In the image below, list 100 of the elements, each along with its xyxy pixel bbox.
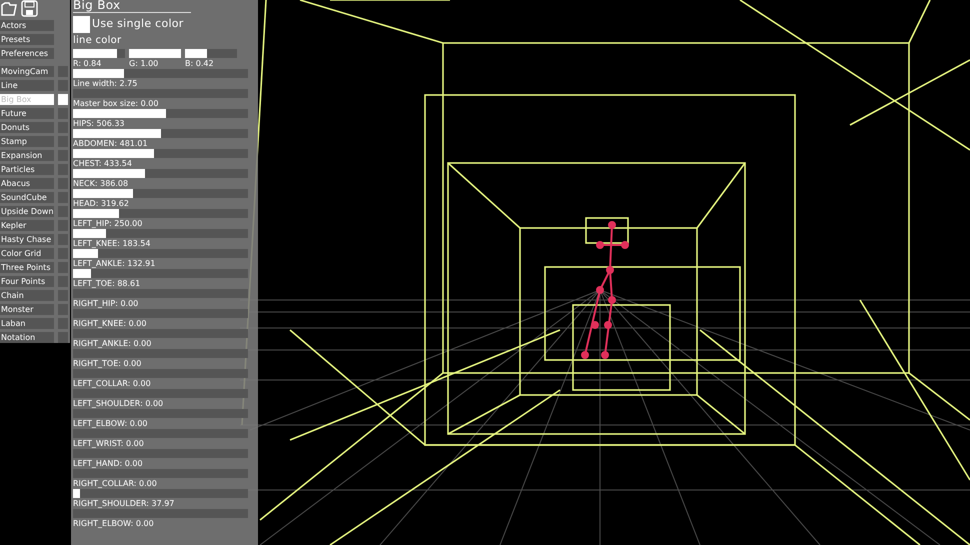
scene-button[interactable]: Color Grid (0, 248, 54, 259)
scene-button[interactable]: Particles (0, 164, 54, 175)
scene-button[interactable]: Abacus (0, 178, 54, 189)
menu-button[interactable]: Preferences (0, 48, 54, 59)
scene-button[interactable]: Donuts (0, 122, 54, 133)
slider-label: RIGHT_ANKLE: 0.00 (73, 338, 152, 349)
slider-label: RIGHT_TOE: 0.00 (73, 358, 142, 369)
toggle-box[interactable] (58, 136, 68, 147)
slider-label: G: 1.00 (129, 58, 160, 69)
slider-track[interactable] (73, 409, 248, 418)
slider-label: LEFT_ANKLE: 132.91 (73, 258, 156, 269)
toggle-box[interactable] (73, 16, 90, 33)
toggle-box[interactable] (58, 206, 68, 217)
toggle-box[interactable] (58, 248, 68, 259)
slider-label: R: 0.84 (73, 58, 102, 69)
slider-label: HIPS: 506.33 (73, 118, 126, 129)
slider-label: RIGHT_KNEE: 0.00 (73, 318, 148, 329)
slider-track[interactable] (73, 169, 248, 178)
slider-label: LEFT_KNEE: 183.54 (73, 238, 152, 249)
toggle-box[interactable] (58, 290, 68, 301)
toggle-box[interactable] (58, 262, 68, 273)
slider-label: HEAD: 319.62 (73, 198, 130, 209)
scene-button[interactable]: Notation (0, 332, 54, 343)
slider-label: ABDOMEN: 481.01 (73, 138, 149, 149)
slider-label: RIGHT_SHOULDER: 37.97 (73, 498, 176, 509)
save-icon[interactable] (21, 0, 38, 17)
toggle-box[interactable] (58, 108, 68, 119)
scene-button[interactable]: Hasty Chase (0, 234, 54, 245)
slider-track[interactable] (73, 69, 248, 78)
slider-label: LEFT_ELBOW: 0.00 (73, 418, 149, 429)
checkbox-label: Use single color (92, 16, 184, 32)
slider-track[interactable] (185, 49, 237, 58)
toggle-box[interactable] (58, 220, 68, 231)
toggle-box[interactable] (58, 276, 68, 287)
slider-track[interactable] (73, 509, 248, 518)
scene-button[interactable]: SoundCube (0, 192, 54, 203)
slider-label: B: 0.42 (185, 58, 215, 69)
section-label: line color (73, 35, 122, 47)
slider-label: RIGHT_ELBOW: 0.00 (73, 518, 155, 529)
slider-label: LEFT_HAND: 0.00 (73, 458, 144, 469)
slider-track[interactable] (73, 269, 248, 278)
scene-button[interactable]: Upside Down (0, 206, 54, 217)
slider-track[interactable] (73, 249, 248, 258)
slider-label: RIGHT_HIP: 0.00 (73, 298, 140, 309)
toggle-box[interactable] (58, 122, 68, 133)
slider-track[interactable] (73, 429, 248, 438)
toggle-box[interactable] (58, 178, 68, 189)
toggle-box[interactable] (58, 318, 68, 329)
slider-track[interactable] (73, 469, 248, 478)
slider-label: LEFT_SHOULDER: 0.00 (73, 398, 164, 409)
slider-track[interactable] (73, 489, 248, 498)
scene-button[interactable]: MovingCam (0, 66, 54, 77)
toggle-box[interactable] (58, 234, 68, 245)
slider-label: LEFT_HIP: 250.00 (73, 218, 144, 229)
slider-label: Master box size: 0.00 (73, 98, 160, 109)
toggle-box[interactable] (58, 150, 68, 161)
toggle-box[interactable] (58, 192, 68, 203)
slider-label: LEFT_WRIST: 0.00 (73, 438, 145, 449)
scene-button[interactable]: Laban (0, 318, 54, 329)
scene-button[interactable]: Line (0, 80, 54, 91)
slider-label: NECK: 386.08 (73, 178, 130, 189)
slider-label: CHEST: 433.54 (73, 158, 133, 169)
slider-label: LEFT_COLLAR: 0.00 (73, 378, 152, 389)
menu-button[interactable]: Presets (0, 34, 54, 45)
folder-icon[interactable] (1, 0, 17, 16)
slider-track[interactable] (73, 149, 248, 158)
slider-track[interactable] (73, 129, 248, 138)
scene-button[interactable]: Three Points (0, 262, 54, 273)
scene-button[interactable]: Kepler (0, 220, 54, 231)
slider-track[interactable] (73, 189, 248, 198)
slider-track[interactable] (73, 389, 248, 398)
slider-track[interactable] (73, 309, 248, 318)
slider-track[interactable] (73, 349, 248, 358)
toggle-box[interactable] (58, 80, 68, 91)
slider-track[interactable] (73, 89, 248, 98)
scene-button[interactable]: Future (0, 108, 54, 119)
slider-track[interactable] (73, 289, 248, 298)
slider-track[interactable] (73, 209, 248, 218)
toggle-box[interactable] (58, 332, 68, 343)
slider-track[interactable] (73, 109, 248, 118)
menu-button[interactable]: Actors (0, 20, 54, 31)
scene-button[interactable]: Monster (0, 304, 54, 315)
scene-button[interactable]: Expansion (0, 150, 54, 161)
toggle-box[interactable] (58, 94, 68, 105)
toggle-box[interactable] (58, 164, 68, 175)
slider-track[interactable] (73, 449, 248, 458)
scene-button[interactable]: Stamp (0, 136, 54, 147)
slider-track[interactable] (129, 49, 181, 58)
slider-track[interactable] (73, 49, 125, 58)
slider-label: LEFT_TOE: 88.61 (73, 278, 142, 289)
scene-button[interactable]: Four Points (0, 276, 54, 287)
toggle-box[interactable] (58, 66, 68, 77)
slider-label: Line width: 2.75 (73, 78, 138, 89)
slider-label: RIGHT_COLLAR: 0.00 (73, 478, 158, 489)
scene-button[interactable]: Chain (0, 290, 54, 301)
panel-title: Big Box (73, 0, 191, 13)
slider-track[interactable] (73, 229, 248, 238)
slider-track[interactable] (73, 369, 248, 378)
toggle-box[interactable] (58, 304, 68, 315)
slider-track[interactable] (73, 329, 248, 338)
